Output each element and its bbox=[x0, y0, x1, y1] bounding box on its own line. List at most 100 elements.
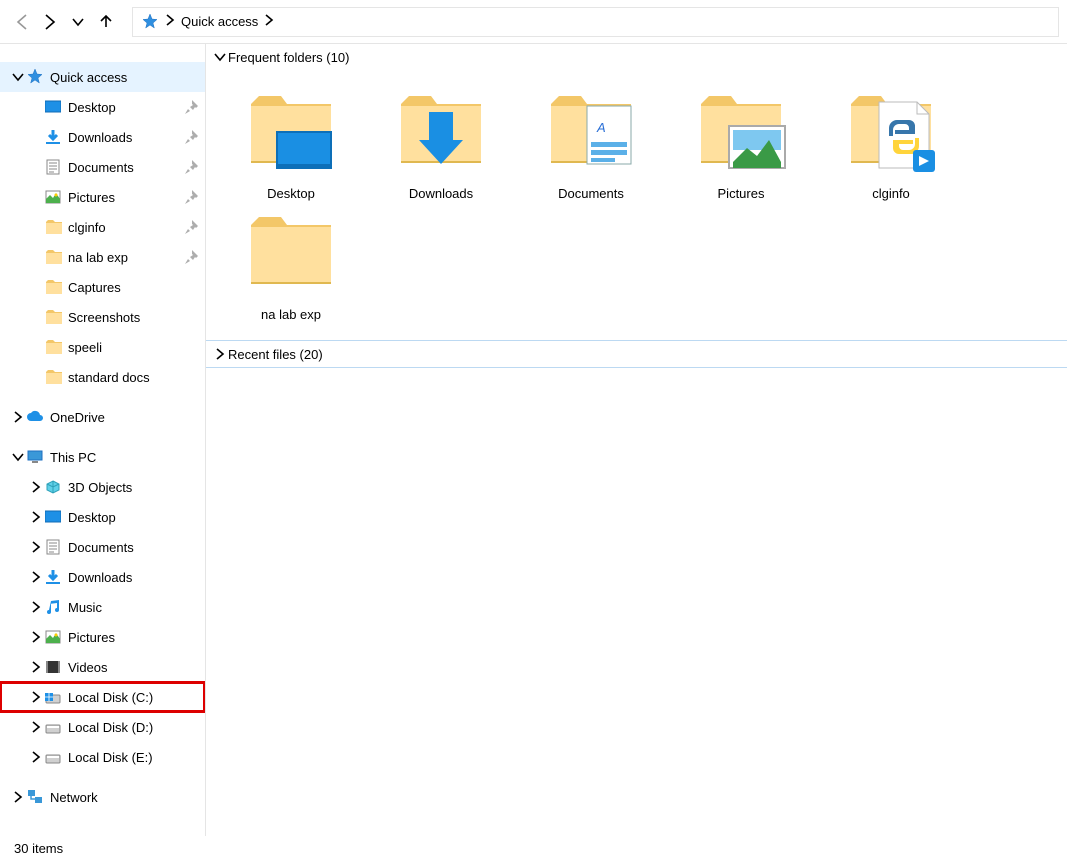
frequent-folders-grid: Desktop Downloads A Documents Pictures bbox=[206, 70, 1067, 340]
tree-item[interactable]: Captures bbox=[0, 272, 205, 302]
chevron-right-icon[interactable] bbox=[10, 410, 26, 424]
cloud-icon bbox=[26, 408, 44, 426]
tree-label: Local Disk (D:) bbox=[68, 720, 199, 735]
divider bbox=[206, 367, 1067, 368]
tree-item[interactable]: standard docs bbox=[0, 362, 205, 392]
tree-item[interactable]: Videos bbox=[0, 652, 205, 682]
tree-item[interactable]: Screenshots bbox=[0, 302, 205, 332]
tree-label: Documents bbox=[68, 160, 185, 175]
item-icon bbox=[44, 128, 62, 146]
pin-icon bbox=[185, 220, 199, 234]
folder-tile[interactable]: A Documents bbox=[526, 84, 656, 201]
tree-label: Quick access bbox=[50, 70, 199, 85]
nav-up-button[interactable] bbox=[92, 8, 120, 36]
tree-item[interactable]: Local Disk (C:) bbox=[0, 682, 205, 712]
folder-tile[interactable]: Desktop bbox=[226, 84, 356, 201]
tree-item[interactable]: Pictures bbox=[0, 182, 205, 212]
chevron-right-icon[interactable] bbox=[28, 660, 44, 674]
chevron-right-icon[interactable] bbox=[28, 690, 44, 704]
chevron-down-icon[interactable] bbox=[10, 70, 26, 84]
section-header-recent[interactable]: Recent files (20) bbox=[206, 341, 1067, 367]
folder-icon bbox=[243, 84, 339, 180]
tree-item[interactable]: Desktop bbox=[0, 502, 205, 532]
tree-item[interactable]: Downloads bbox=[0, 562, 205, 592]
section-header-frequent[interactable]: Frequent folders (10) bbox=[206, 44, 1067, 70]
pin-icon bbox=[185, 100, 199, 114]
item-icon bbox=[44, 658, 62, 676]
item-icon bbox=[44, 598, 62, 616]
chevron-right-icon[interactable] bbox=[28, 600, 44, 614]
folder-tile[interactable]: na lab exp bbox=[226, 205, 356, 322]
tree-label: Desktop bbox=[68, 510, 199, 525]
folder-icon bbox=[843, 84, 939, 180]
folder-icon: A bbox=[543, 84, 639, 180]
tree-label: 3D Objects bbox=[68, 480, 199, 495]
item-icon bbox=[44, 688, 62, 706]
folder-icon bbox=[393, 84, 489, 180]
tree-item[interactable]: Documents bbox=[0, 152, 205, 182]
tree-label: na lab exp bbox=[68, 250, 185, 265]
tree-label: standard docs bbox=[68, 370, 199, 385]
tree-label: OneDrive bbox=[50, 410, 199, 425]
tree-item-onedrive[interactable]: OneDrive bbox=[0, 402, 205, 432]
pin-icon bbox=[185, 130, 199, 144]
star-icon bbox=[26, 68, 44, 86]
nav-back-button[interactable] bbox=[8, 8, 36, 36]
folder-label: Downloads bbox=[409, 186, 473, 201]
chevron-right-icon[interactable] bbox=[10, 790, 26, 804]
chevron-right-icon[interactable] bbox=[212, 347, 228, 361]
tree-label: Downloads bbox=[68, 130, 185, 145]
tree-item[interactable]: 3D Objects bbox=[0, 472, 205, 502]
chevron-right-icon[interactable] bbox=[28, 540, 44, 554]
tree-label: Pictures bbox=[68, 190, 185, 205]
tree-item-quick-access[interactable]: Quick access bbox=[0, 62, 205, 92]
item-icon bbox=[44, 718, 62, 736]
item-icon bbox=[44, 188, 62, 206]
svg-text:A: A bbox=[596, 120, 606, 135]
chevron-right-icon[interactable] bbox=[28, 720, 44, 734]
tree-item[interactable]: na lab exp bbox=[0, 242, 205, 272]
tree-label: Documents bbox=[68, 540, 199, 555]
chevron-right-icon[interactable] bbox=[28, 510, 44, 524]
tree-item-network[interactable]: Network bbox=[0, 782, 205, 812]
folder-label: Documents bbox=[558, 186, 624, 201]
pin-icon bbox=[185, 250, 199, 264]
folder-tile[interactable]: Pictures bbox=[676, 84, 806, 201]
folder-icon bbox=[693, 84, 789, 180]
tree-item[interactable]: Local Disk (D:) bbox=[0, 712, 205, 742]
tree-item[interactable]: speeli bbox=[0, 332, 205, 362]
item-icon bbox=[44, 158, 62, 176]
tree-item[interactable]: Downloads bbox=[0, 122, 205, 152]
section-title: Frequent folders (10) bbox=[228, 50, 349, 65]
content-pane: Frequent folders (10) Desktop Downloads … bbox=[206, 44, 1067, 836]
chevron-right-icon[interactable] bbox=[28, 630, 44, 644]
tree-label: clginfo bbox=[68, 220, 185, 235]
tree-item[interactable]: Music bbox=[0, 592, 205, 622]
nav-forward-button[interactable] bbox=[36, 8, 64, 36]
chevron-down-icon[interactable] bbox=[10, 450, 26, 464]
folder-tile[interactable]: clginfo bbox=[826, 84, 956, 201]
tree-label: Pictures bbox=[68, 630, 199, 645]
tree-label: Downloads bbox=[68, 570, 199, 585]
tree-item[interactable]: clginfo bbox=[0, 212, 205, 242]
pin-icon bbox=[185, 160, 199, 174]
folder-tile[interactable]: Downloads bbox=[376, 84, 506, 201]
chevron-down-icon[interactable] bbox=[212, 50, 228, 64]
tree-item[interactable]: Documents bbox=[0, 532, 205, 562]
tree-item[interactable]: Desktop bbox=[0, 92, 205, 122]
chevron-right-icon[interactable] bbox=[28, 750, 44, 764]
tree-item[interactable]: Pictures bbox=[0, 622, 205, 652]
section-title: Recent files (20) bbox=[228, 347, 323, 362]
item-icon bbox=[44, 478, 62, 496]
address-bar[interactable]: Quick access bbox=[132, 7, 1059, 37]
item-icon bbox=[44, 308, 62, 326]
chevron-right-icon[interactable] bbox=[28, 480, 44, 494]
address-location[interactable]: Quick access bbox=[181, 14, 258, 29]
folder-icon bbox=[243, 205, 339, 301]
navigation-pane[interactable]: Quick access Desktop Downloads Documents… bbox=[0, 44, 206, 836]
tree-item-this-pc[interactable]: This PC bbox=[0, 442, 205, 472]
nav-history-button[interactable] bbox=[64, 8, 92, 36]
tree-item[interactable]: Local Disk (E:) bbox=[0, 742, 205, 772]
chevron-right-icon[interactable] bbox=[28, 570, 44, 584]
folder-label: clginfo bbox=[872, 186, 910, 201]
